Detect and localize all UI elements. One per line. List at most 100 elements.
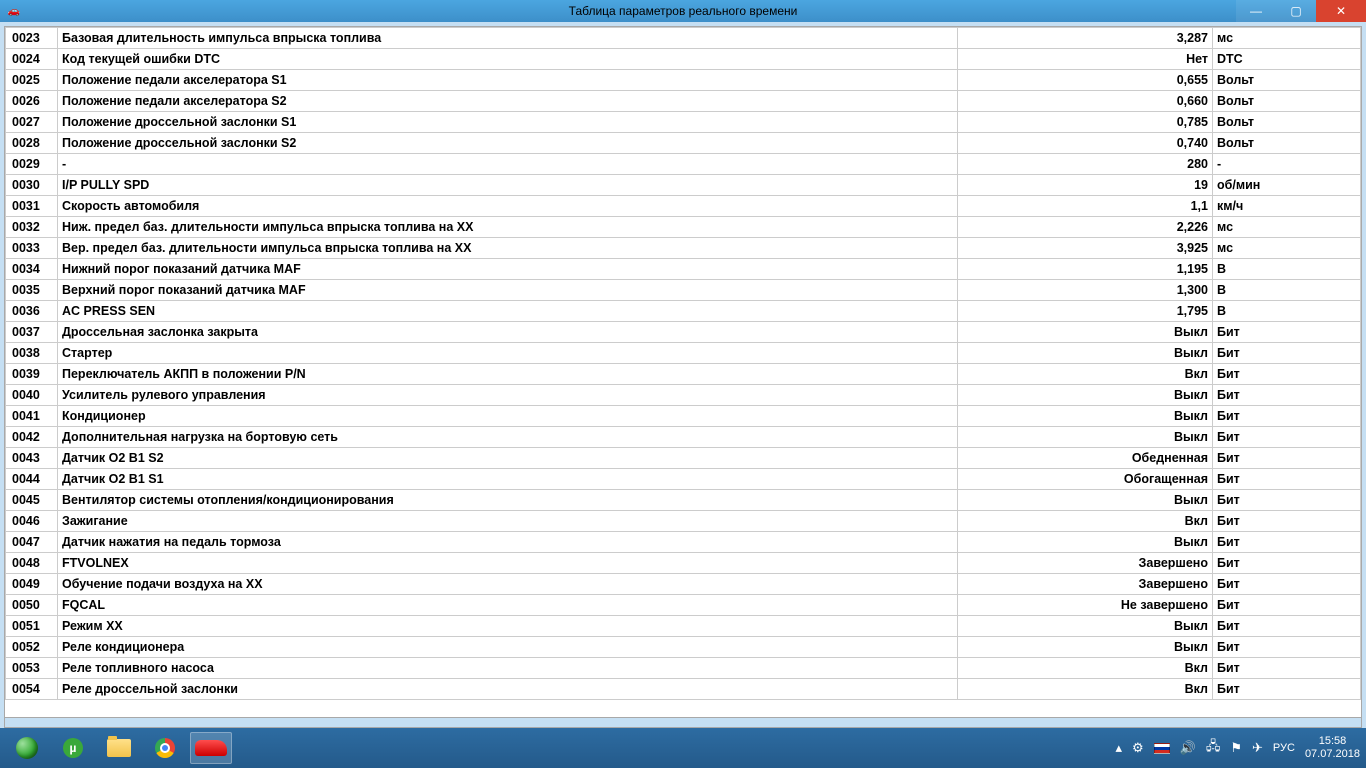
tray-airplane-icon[interactable]: ✈ (1252, 740, 1263, 756)
param-id: 0033 (6, 238, 58, 259)
param-id: 0029 (6, 154, 58, 175)
param-id: 0027 (6, 112, 58, 133)
bottom-strip (4, 718, 1362, 728)
taskbar-utorrent[interactable]: µ (52, 732, 94, 764)
tray-volume-icon[interactable]: 🔊 (1180, 740, 1196, 756)
table-row[interactable]: 0036AC PRESS SEN1,795В (6, 301, 1361, 322)
param-name: Код текущей ошибки DTC (58, 49, 958, 70)
table-row[interactable]: 0026Положение педали акселератора S20,66… (6, 91, 1361, 112)
param-name: Ниж. предел баз. длительности импульса в… (58, 217, 958, 238)
table-row[interactable]: 0053Реле топливного насосаВклБит (6, 658, 1361, 679)
table-row[interactable]: 0043Датчик O2 В1 S2ОбедненнаяБит (6, 448, 1361, 469)
table-row[interactable]: 0042Дополнительная нагрузка на бортовую … (6, 427, 1361, 448)
param-value: Выкл (958, 490, 1213, 511)
tray-up-icon[interactable]: ▴ (1115, 740, 1122, 756)
param-unit: Бит (1213, 427, 1361, 448)
param-id: 0037 (6, 322, 58, 343)
param-name: AC PRESS SEN (58, 301, 958, 322)
table-row[interactable]: 0028Положение дроссельной заслонки S20,7… (6, 133, 1361, 154)
param-unit: Вольт (1213, 112, 1361, 133)
param-id: 0030 (6, 175, 58, 196)
param-name: Дополнительная нагрузка на бортовую сеть (58, 427, 958, 448)
param-value: Выкл (958, 427, 1213, 448)
param-unit: Бит (1213, 679, 1361, 700)
taskbar[interactable]: µ ▴ ⚙ 🔊 🖧 ⚑ ✈ РУС 15:58 07.07.2018 (0, 728, 1366, 768)
tray-network-icon[interactable]: 🖧 (1206, 737, 1221, 759)
param-unit: Бит (1213, 574, 1361, 595)
tray-flag-icon[interactable] (1154, 743, 1170, 754)
param-name: Верхний порог показаний датчика MAF (58, 280, 958, 301)
minimize-button[interactable]: — (1236, 0, 1276, 22)
table-row[interactable]: 0049Обучение подачи воздуха на ХХЗаверше… (6, 574, 1361, 595)
param-unit: Бит (1213, 406, 1361, 427)
table-row[interactable]: 0046ЗажиганиеВклБит (6, 511, 1361, 532)
table-row[interactable]: 0051Режим ХХВыклБит (6, 616, 1361, 637)
table-row[interactable]: 0037Дроссельная заслонка закрытаВыклБит (6, 322, 1361, 343)
param-name: Реле дроссельной заслонки (58, 679, 958, 700)
taskbar-app-active[interactable] (190, 732, 232, 764)
table-row[interactable]: 0025Положение педали акселератора S10,65… (6, 70, 1361, 91)
tray-date: 07.07.2018 (1305, 748, 1360, 761)
table-row[interactable]: 0052Реле кондиционераВыклБит (6, 637, 1361, 658)
table-row[interactable]: 0032Ниж. предел баз. длительности импуль… (6, 217, 1361, 238)
table-scroll[interactable]: 0023Базовая длительность импульса впрыск… (5, 27, 1361, 717)
param-unit: Вольт (1213, 70, 1361, 91)
param-name: Зажигание (58, 511, 958, 532)
table-row[interactable]: 0029-280- (6, 154, 1361, 175)
app-window: 🚗 Таблица параметров реального времени —… (0, 0, 1366, 768)
param-value: Завершено (958, 553, 1213, 574)
param-id: 0050 (6, 595, 58, 616)
param-name: Обучение подачи воздуха на ХХ (58, 574, 958, 595)
param-unit: об/мин (1213, 175, 1361, 196)
table-row[interactable]: 0045Вентилятор системы отопления/кондици… (6, 490, 1361, 511)
param-id: 0046 (6, 511, 58, 532)
titlebar[interactable]: 🚗 Таблица параметров реального времени —… (0, 0, 1366, 22)
tray-clock[interactable]: 15:58 07.07.2018 (1305, 735, 1360, 761)
window-title: Таблица параметров реального времени (569, 4, 798, 18)
tray-settings-icon[interactable]: ⚙ (1132, 740, 1144, 756)
table-row[interactable]: 0044Датчик O2 В1 S1ОбогащеннаяБит (6, 469, 1361, 490)
param-id: 0036 (6, 301, 58, 322)
table-row[interactable]: 0038СтартерВыклБит (6, 343, 1361, 364)
system-tray: ▴ ⚙ 🔊 🖧 ⚑ ✈ РУС 15:58 07.07.2018 (1115, 728, 1360, 768)
start-button[interactable] (6, 732, 48, 764)
table-row[interactable]: 0023Базовая длительность импульса впрыск… (6, 28, 1361, 49)
table-row[interactable]: 0030I/P PULLY SPD19об/мин (6, 175, 1361, 196)
param-name: Реле кондиционера (58, 637, 958, 658)
param-name: Датчик O2 В1 S1 (58, 469, 958, 490)
table-row[interactable]: 0047Датчик нажатия на педаль тормозаВыкл… (6, 532, 1361, 553)
param-id: 0024 (6, 49, 58, 70)
content-area: 0023Базовая длительность импульса впрыск… (4, 26, 1362, 718)
maximize-button[interactable]: ▢ (1276, 0, 1316, 22)
table-row[interactable]: 0054Реле дроссельной заслонкиВклБит (6, 679, 1361, 700)
table-row[interactable]: 0034Нижний порог показаний датчика MAF1,… (6, 259, 1361, 280)
param-value: 1,1 (958, 196, 1213, 217)
param-unit: Вольт (1213, 133, 1361, 154)
param-value: Вкл (958, 658, 1213, 679)
table-row[interactable]: 0041КондиционерВыклБит (6, 406, 1361, 427)
param-name: Базовая длительность импульса впрыска то… (58, 28, 958, 49)
table-row[interactable]: 0033Вер. предел баз. длительности импуль… (6, 238, 1361, 259)
param-id: 0038 (6, 343, 58, 364)
param-id: 0054 (6, 679, 58, 700)
table-row[interactable]: 0027Положение дроссельной заслонки S10,7… (6, 112, 1361, 133)
table-row[interactable]: 0031Скорость автомобиля1,1км/ч (6, 196, 1361, 217)
table-row[interactable]: 0048FTVOLNEXЗавершеноБит (6, 553, 1361, 574)
table-row[interactable]: 0039Переключатель АКПП в положении P/NВк… (6, 364, 1361, 385)
taskbar-explorer[interactable] (98, 732, 140, 764)
param-value: 280 (958, 154, 1213, 175)
param-value: 0,740 (958, 133, 1213, 154)
param-id: 0047 (6, 532, 58, 553)
param-id: 0041 (6, 406, 58, 427)
table-row[interactable]: 0050FQCALНе завершеноБит (6, 595, 1361, 616)
close-button[interactable]: ✕ (1316, 0, 1366, 22)
param-value: Завершено (958, 574, 1213, 595)
table-row[interactable]: 0040Усилитель рулевого управленияВыклБит (6, 385, 1361, 406)
table-row[interactable]: 0024Код текущей ошибки DTCНетDTC (6, 49, 1361, 70)
param-name: Положение педали акселератора S1 (58, 70, 958, 91)
tray-flag2-icon[interactable]: ⚑ (1230, 740, 1242, 756)
taskbar-chrome[interactable] (144, 732, 186, 764)
tray-language[interactable]: РУС (1273, 742, 1295, 754)
param-value: Вкл (958, 511, 1213, 532)
table-row[interactable]: 0035Верхний порог показаний датчика MAF1… (6, 280, 1361, 301)
